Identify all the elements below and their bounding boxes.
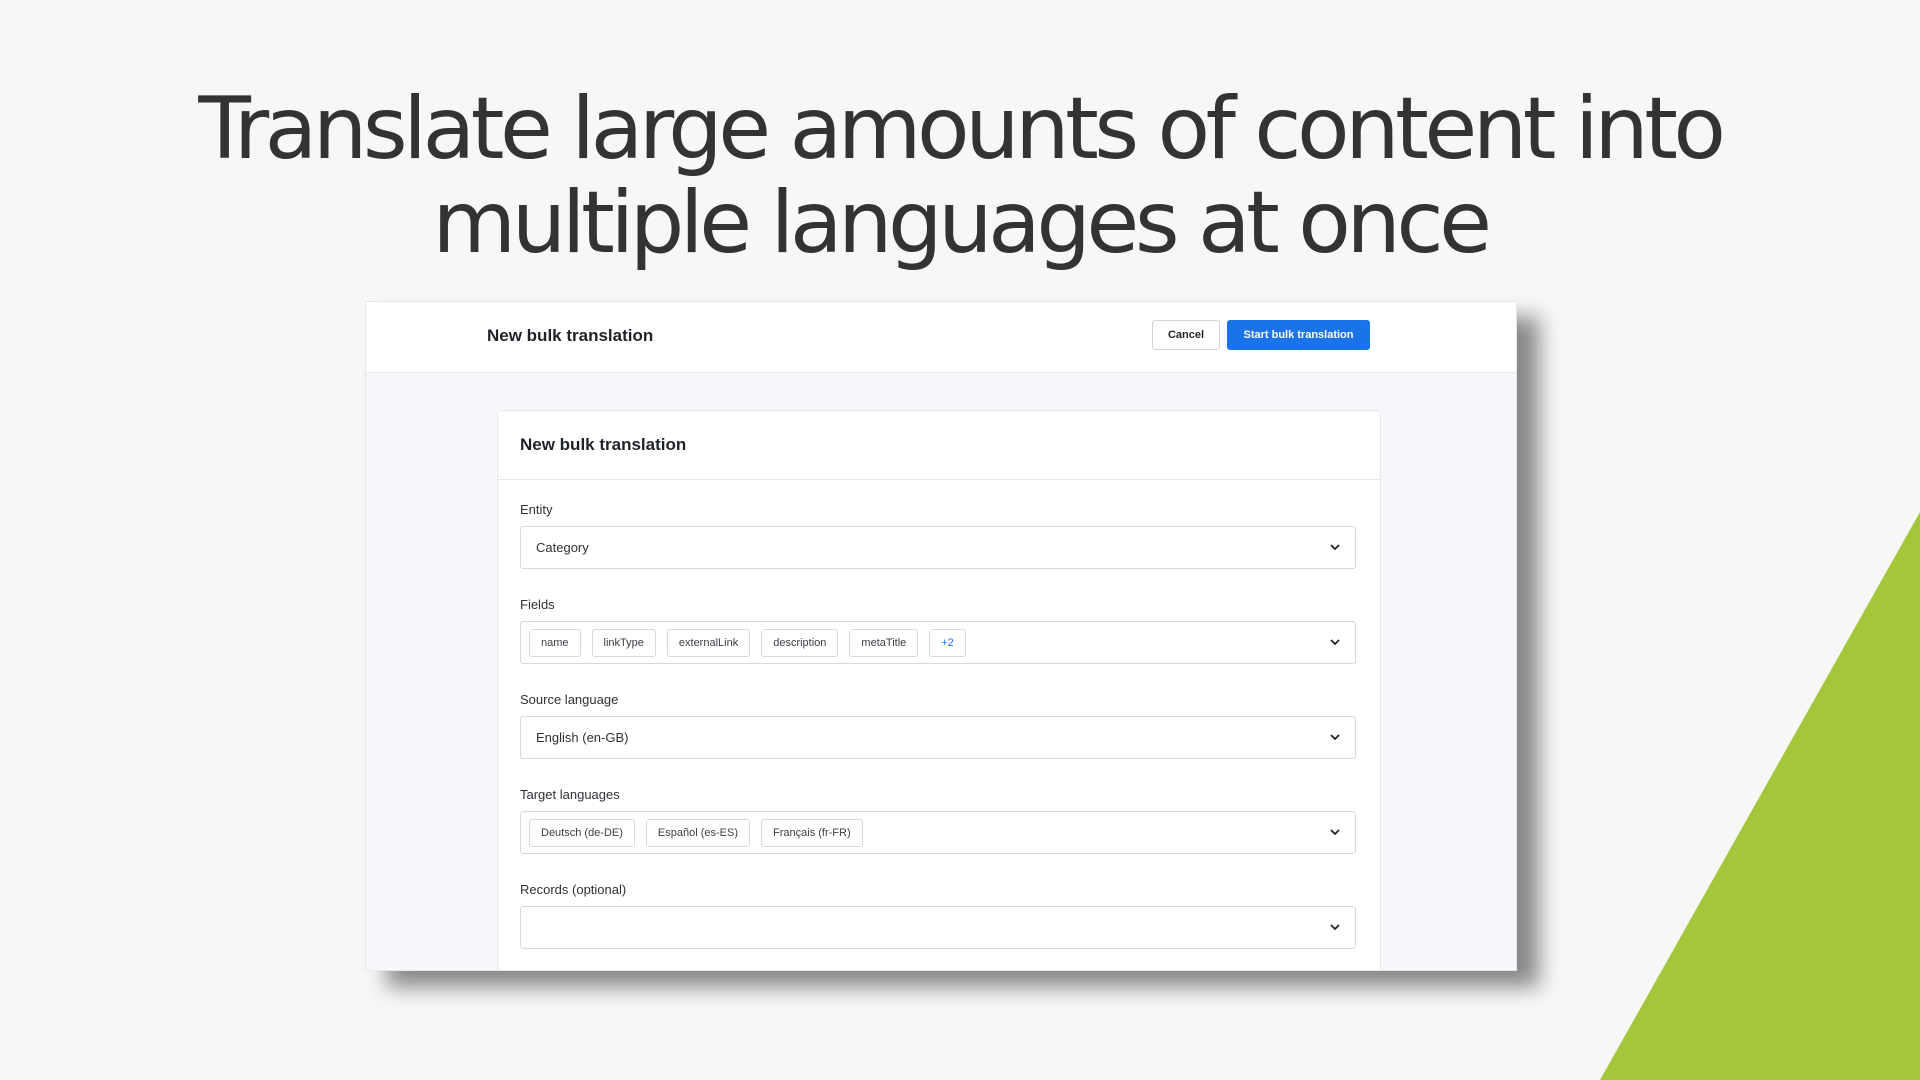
chevron-down-icon [1330,639,1340,646]
fields-chip-list: name linkType externalLink description m… [529,629,966,657]
target-languages-select[interactable]: Deutsch (de-DE) Español (es-ES) Français… [520,811,1356,854]
field-chip[interactable]: externalLink [666,629,751,657]
chevron-down-icon [1330,544,1340,551]
card-header: New bulk translation [498,411,1380,480]
top-bar: New bulk translation Cancel Start bulk t… [366,302,1516,373]
chevron-down-icon [1330,734,1340,741]
entity-label: Entity [520,502,553,517]
start-bulk-translation-button[interactable]: Start bulk translation [1227,320,1370,350]
language-chip[interactable]: Español (es-ES) [645,819,751,847]
headline-line-1: Translate large amounts of content into [198,79,1726,179]
source-language-select[interactable]: English (en-GB) [520,716,1356,759]
field-chip[interactable]: linkType [591,629,656,657]
chevron-down-icon [1330,924,1340,931]
card-title: New bulk translation [520,435,687,454]
entity-value: Category [536,540,589,555]
records-label: Records (optional) [520,882,627,897]
chevron-down-icon [1330,829,1340,836]
headline-line-2: multiple languages at once [432,173,1492,273]
source-language-label: Source language [520,692,619,707]
topbar-title: New bulk translation [487,326,654,345]
fields-label: Fields [520,597,555,612]
language-chip[interactable]: Deutsch (de-DE) [529,819,635,847]
records-select[interactable] [520,906,1356,949]
source-language-value: English (en-GB) [536,730,629,745]
more-fields-chip[interactable]: +2 [929,629,966,657]
field-chip[interactable]: name [529,629,581,657]
entity-select[interactable]: Category [520,526,1356,569]
fields-select[interactable]: name linkType externalLink description m… [520,621,1356,664]
bulk-translation-card: New bulk translation Entity Category Fie… [497,410,1381,970]
target-languages-label: Target languages [520,787,620,802]
app-window: New bulk translation Cancel Start bulk t… [365,301,1517,971]
field-chip[interactable]: metaTitle [849,629,919,657]
cancel-button[interactable]: Cancel [1152,320,1220,350]
page-headline: Translate large amounts of content into … [0,82,1920,270]
field-chip[interactable]: description [761,629,839,657]
language-chip[interactable]: Français (fr-FR) [761,819,863,847]
target-languages-chip-list: Deutsch (de-DE) Español (es-ES) Français… [529,819,863,847]
